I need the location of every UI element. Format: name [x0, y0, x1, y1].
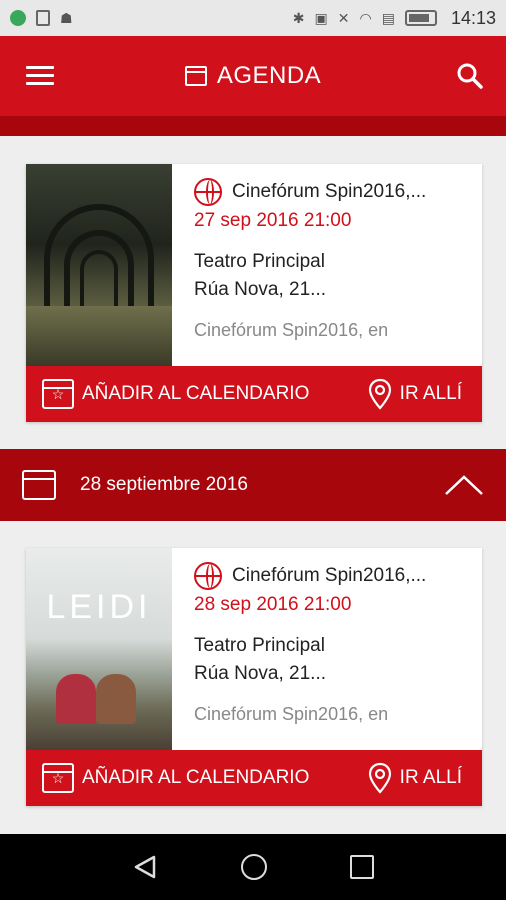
calendar-icon [22, 470, 56, 500]
event-card[interactable]: Cinefórum Spin2016,... 27 sep 2016 21:00… [26, 164, 482, 422]
calendar-star-icon: ☆ [42, 379, 74, 409]
system-nav-bar [0, 834, 506, 900]
bluetooth-icon: ✱ [292, 9, 305, 26]
wifi-icon: ◠ [359, 9, 372, 26]
search-icon[interactable] [456, 62, 484, 90]
event-address: Rúa Nova, 21... [194, 279, 327, 300]
event-title[interactable]: Cinefórum Spin2016,... [232, 181, 426, 203]
browser-notification-icon [10, 10, 26, 26]
event-poster-image [26, 164, 172, 366]
add-to-calendar-label: AÑADIR AL CALENDARIO [82, 767, 310, 788]
back-icon[interactable] [132, 854, 158, 880]
go-there-button[interactable]: IR ALLÍ [368, 378, 482, 410]
event-description: Cinefórum Spin2016, en [194, 320, 389, 340]
date-section-header[interactable]: 28 septiembre 2016 [0, 449, 506, 521]
menu-icon[interactable] [26, 66, 54, 86]
mute-icon: ✕ [337, 9, 350, 26]
date-header-partial[interactable] [0, 116, 506, 136]
event-address: Rúa Nova, 21... [194, 663, 327, 684]
event-title[interactable]: Cinefórum Spin2016,... [232, 565, 426, 587]
status-bar: ☗ ✱ ▣ ✕ ◠ ▤ 14:13 [0, 0, 506, 36]
location-pin-icon [368, 378, 391, 410]
app-title-group: AGENDA [184, 62, 322, 90]
data-icon: ▤ [381, 9, 395, 26]
android-icon: ☗ [60, 9, 73, 26]
page-title: AGENDA [216, 62, 322, 89]
go-there-label: IR ALLÍ [399, 383, 462, 404]
clock: 14:13 [450, 7, 496, 28]
event-venue: Teatro Principal [194, 635, 325, 656]
event-poster-image: LEIDI [26, 548, 172, 750]
add-to-calendar-button[interactable]: ☆ AÑADIR AL CALENDARIO [26, 379, 368, 409]
location-pin-icon [368, 762, 391, 794]
event-card[interactable]: LEIDI Cinefórum Spin2016,... 28 sep 2016… [26, 548, 482, 806]
event-date: 27 sep 2016 21:00 [194, 210, 352, 231]
event-date: 28 sep 2016 21:00 [194, 594, 352, 615]
sim-icon [36, 10, 50, 26]
globe-icon [194, 178, 222, 206]
poster-title: LEIDI [46, 588, 152, 626]
recent-apps-icon[interactable] [350, 855, 375, 879]
globe-icon [194, 562, 222, 590]
calendar-star-icon: ☆ [42, 763, 74, 793]
chevron-up-icon[interactable] [444, 473, 484, 497]
date-section-label: 28 septiembre 2016 [80, 474, 248, 495]
go-there-button[interactable]: IR ALLÍ [368, 762, 482, 794]
battery-icon [404, 10, 437, 26]
home-icon[interactable] [240, 854, 267, 880]
event-description: Cinefórum Spin2016, en [194, 704, 389, 724]
nfc-icon: ▣ [314, 9, 328, 26]
event-venue: Teatro Principal [194, 251, 325, 272]
add-to-calendar-label: AÑADIR AL CALENDARIO [82, 383, 310, 404]
calendar-icon [184, 66, 207, 86]
go-there-label: IR ALLÍ [399, 767, 462, 788]
add-to-calendar-button[interactable]: ☆ AÑADIR AL CALENDARIO [26, 763, 368, 793]
app-bar: AGENDA [0, 36, 506, 116]
